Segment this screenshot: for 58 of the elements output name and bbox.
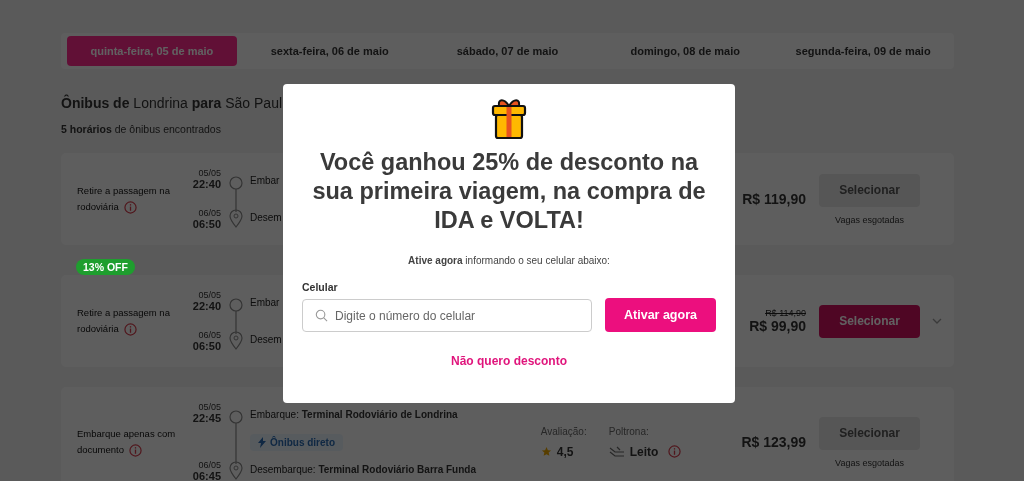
date-tab[interactable]: sexta-feira, 06 de maio: [244, 36, 415, 66]
arrival-time: 06:45: [192, 470, 221, 481]
lightning-icon: [258, 436, 266, 448]
boarding-text: Embarque: Terminal Rodoviário de Londrina: [250, 409, 458, 420]
direct-bus-label: Ônibus direto: [270, 436, 335, 448]
field-label: Celular: [302, 281, 339, 293]
date-tab[interactable]: segunda-feira, 09 de maio: [778, 36, 948, 66]
gift-icon: [490, 96, 528, 140]
route-timeline-drawing: [228, 410, 244, 480]
price: R$ 99,90: [749, 318, 806, 334]
result-count: 5 horários de ônibus encontrados: [61, 123, 222, 135]
info-icon[interactable]: [123, 201, 137, 214]
sold-out-text: Vagas esgotadas: [835, 457, 904, 468]
sold-out-text: Vagas esgotadas: [835, 214, 904, 225]
search-icon: [315, 309, 328, 322]
boarding-text: Embar: [250, 297, 280, 308]
date-tab[interactable]: quinta-feira, 05 de maio: [67, 36, 237, 66]
price: R$ 119,90: [742, 191, 806, 207]
arrival-time: 06:50: [192, 218, 221, 230]
trip-note: Embarque apenas com documento: [77, 427, 177, 458]
rating-value: 4,5: [556, 444, 574, 459]
arrival-date: 06/05: [198, 330, 221, 340]
modal-subtitle: Ative agora informando o seu celular abaixo:: [408, 255, 610, 266]
arrival-date: 06/05: [198, 208, 221, 218]
route-heading: Ônibus de Londrina para São Paul: [61, 95, 284, 111]
trip-note: Retire a passagem na rodoviária: [77, 184, 171, 215]
phone-field[interactable]: Digite o número do celular: [302, 299, 592, 332]
route-timeline-drawing: [228, 176, 244, 228]
departure-time: 22:40: [192, 300, 221, 312]
departure-date: 05/05: [198, 168, 221, 178]
date-tab[interactable]: domingo, 08 de maio: [600, 36, 771, 66]
chevron-down-icon[interactable]: [932, 318, 942, 324]
info-icon[interactable]: [668, 445, 682, 458]
star-icon: [540, 446, 552, 457]
departure-time: 22:40: [192, 178, 221, 190]
old-price: R$ 114,90: [765, 308, 806, 318]
boarding-text: Embar: [250, 175, 280, 186]
discount-badge: 13% OFF: [76, 259, 135, 275]
departure-date: 05/05: [198, 402, 221, 412]
activate-button[interactable]: Ativar agora: [605, 298, 716, 332]
seat-icon: [608, 445, 625, 458]
modal-title: Você ganhou 25% de desconto na sua primeira viagem, na compra de IDA e VOLTA!: [311, 148, 707, 235]
price: R$ 123,99: [741, 434, 806, 450]
alighting-text: Desem: [250, 334, 282, 345]
trip-note: Retire a passagem na rodoviária: [77, 306, 171, 337]
alighting-text: Desem: [250, 212, 282, 223]
date-tab[interactable]: sábado, 07 de maio: [422, 36, 593, 66]
info-icon[interactable]: [129, 444, 142, 457]
info-icon[interactable]: [123, 323, 137, 336]
departure-date: 05/05: [198, 290, 221, 300]
departure-time: 22:45: [192, 412, 221, 424]
select-button[interactable]: Selecionar: [819, 304, 920, 338]
arrival-time: 06:50: [192, 340, 221, 352]
arrival-date: 06/05: [198, 460, 221, 470]
decline-link[interactable]: Não quero desconto: [451, 354, 567, 368]
alighting-text: Desembarque: Terminal Rodoviário Barra Funda: [250, 464, 476, 475]
seat-value: Leito: [629, 444, 659, 459]
route-timeline-drawing: [228, 298, 244, 350]
